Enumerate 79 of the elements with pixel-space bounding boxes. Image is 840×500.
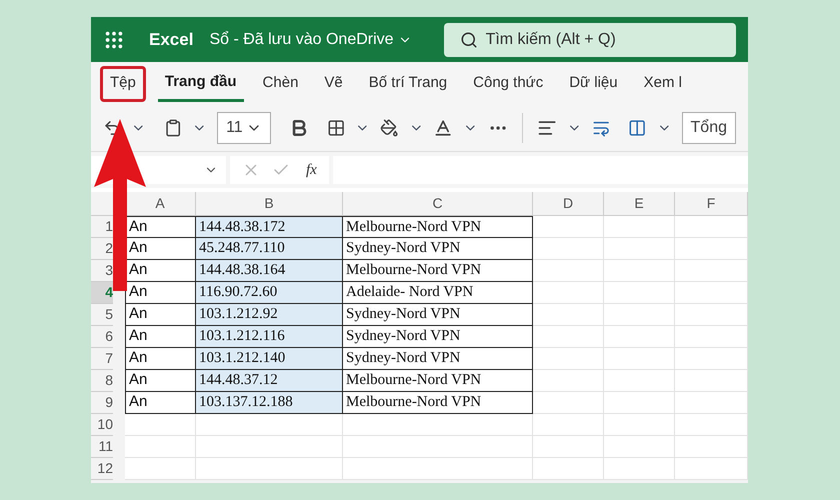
column-header[interactable]: C	[343, 192, 533, 215]
formula-input[interactable]	[332, 156, 748, 184]
table-cell: An	[125, 282, 196, 304]
ribbon-tab[interactable]: Trang đầu	[158, 66, 244, 102]
ribbon-tab[interactable]: Chèn	[256, 66, 306, 102]
table-cell	[533, 414, 604, 436]
table-cell: Sydney-Nord VPN	[343, 348, 533, 370]
table-cell: Sydney-Nord VPN	[343, 238, 533, 260]
table-cell: 103.1.212.140	[196, 348, 343, 370]
table-cell	[125, 458, 196, 480]
table-cell	[604, 458, 675, 480]
column-header[interactable]: F	[675, 192, 748, 215]
table-cell: Melbourne-Nord VPN	[343, 370, 533, 392]
ribbon-tab[interactable]: Tệp	[100, 66, 146, 102]
table-cell: Sydney-Nord VPN	[343, 326, 533, 348]
search-field[interactable]: Tìm kiếm (Alt + Q)	[486, 28, 686, 52]
table-cell	[533, 392, 604, 414]
table-cell	[604, 282, 675, 304]
table-cell: Melbourne-Nord VPN	[343, 392, 533, 414]
ribbon-tab[interactable]: Công thức	[466, 66, 550, 102]
borders-icon[interactable]	[327, 118, 346, 138]
autosum-button[interactable]: Tổng	[682, 112, 736, 144]
column-header[interactable]: E	[604, 192, 675, 215]
ribbon-tab[interactable]: Vẽ	[317, 66, 350, 102]
table-cell	[533, 436, 604, 458]
table-cell: 103.1.212.92	[196, 304, 343, 326]
table-cell: 144.48.37.12	[196, 370, 343, 392]
table-cell	[604, 414, 675, 436]
table-cell: An	[125, 216, 196, 238]
clipboard-icon[interactable]	[164, 118, 182, 138]
table-cell	[604, 436, 675, 458]
table-cell	[533, 304, 604, 326]
table-cell: An	[125, 370, 196, 392]
table-cell: 103.1.212.116	[196, 326, 343, 348]
search-bar[interactable]: Tìm kiếm (Alt + Q)	[444, 22, 736, 56]
table-cell	[533, 348, 604, 370]
table-cell	[125, 436, 196, 458]
column-header[interactable]: B	[196, 192, 343, 215]
search-icon	[460, 30, 478, 48]
table-cell	[125, 414, 196, 436]
table-cell: An	[125, 392, 196, 414]
table-cell	[604, 304, 675, 326]
document-title[interactable]: Sổ - Đã lưu vào OneDrive	[209, 28, 412, 52]
table-cell: An	[125, 260, 196, 282]
column-header[interactable]: D	[533, 192, 604, 215]
table-cell	[604, 238, 675, 260]
table-cell: 103.137.12.188	[196, 392, 343, 414]
ribbon-tab[interactable]: Dữ liệu	[562, 66, 625, 102]
table-cell	[533, 370, 604, 392]
table-cell	[604, 326, 675, 348]
table-cell: An	[125, 326, 196, 348]
table-cell	[604, 260, 675, 282]
table-cell: An	[125, 238, 196, 260]
app-name: Excel	[149, 28, 194, 51]
fill-color-icon[interactable]	[380, 118, 399, 138]
font-size-select[interactable]: 11	[217, 112, 271, 144]
table-cell: 116.90.72.60	[196, 282, 343, 304]
table-cell: Adelaide- Nord VPN	[343, 282, 533, 304]
table-cell: Melbourne-Nord VPN	[343, 216, 533, 238]
table-cell: Sydney-Nord VPN	[343, 304, 533, 326]
table-cell: Melbourne-Nord VPN	[343, 260, 533, 282]
table-cell: An	[125, 348, 196, 370]
table-cell	[604, 392, 675, 414]
ribbon-tab[interactable]: Bố trí Trang	[362, 66, 454, 102]
table-cell: 144.48.38.172	[196, 216, 343, 238]
table-cell: An	[125, 304, 196, 326]
table-cell	[533, 260, 604, 282]
table-cell: 144.48.38.164	[196, 260, 343, 282]
ribbon-tab[interactable]: Xem l	[636, 66, 689, 102]
table-cell	[533, 282, 604, 304]
table-cell	[604, 370, 675, 392]
table-cell	[604, 348, 675, 370]
row-header[interactable]: 4	[91, 282, 113, 304]
table-cell	[533, 458, 604, 480]
function-button[interactable]: fx	[306, 158, 317, 182]
table-cell	[533, 238, 604, 260]
merge-icon[interactable]	[628, 118, 647, 138]
table-cell	[533, 326, 604, 348]
table-cell: 45.248.77.110	[196, 238, 343, 260]
